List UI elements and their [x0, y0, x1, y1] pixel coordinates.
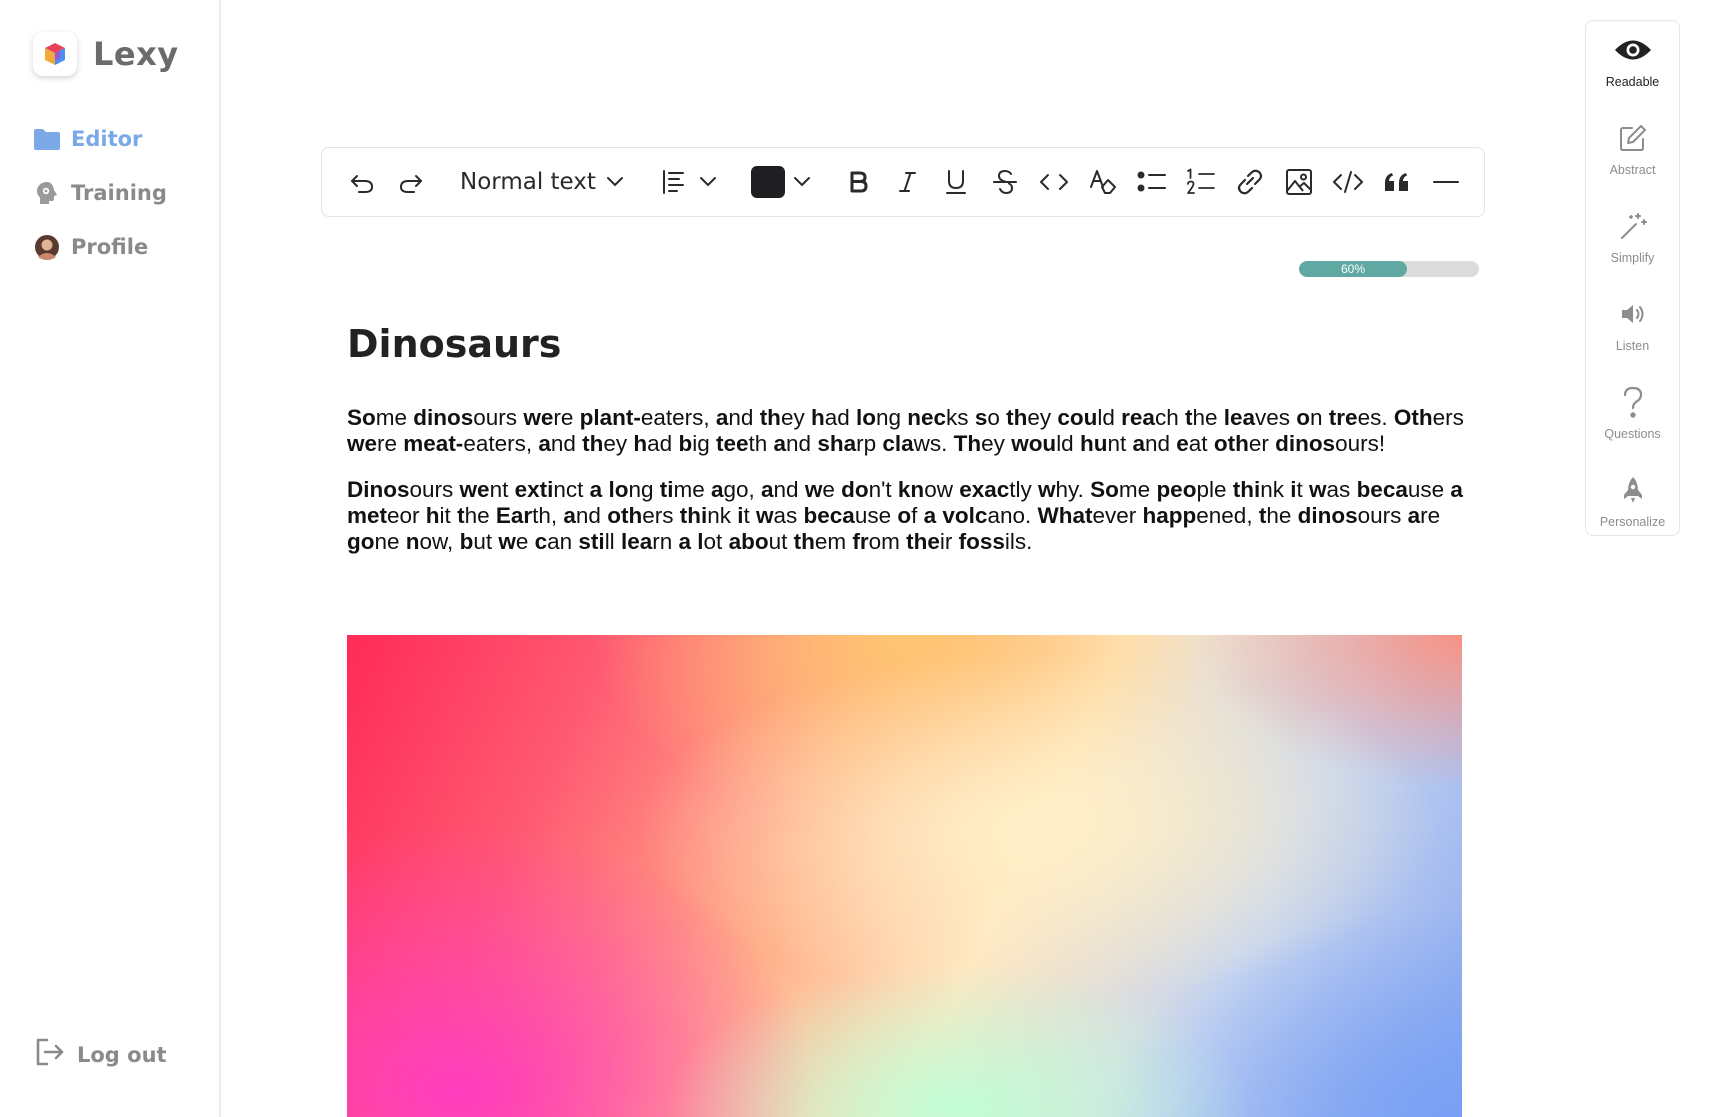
- brand[interactable]: Lexy: [33, 32, 179, 76]
- edit-icon: [1618, 121, 1648, 155]
- align-dropdown[interactable]: [698, 162, 718, 202]
- tool-abstract[interactable]: Abstract: [1586, 121, 1679, 177]
- text-color-swatch: [750, 166, 785, 198]
- app-name: Lexy: [93, 35, 179, 73]
- align-icon: [662, 170, 684, 194]
- speaker-icon: [1619, 297, 1647, 331]
- tool-label: Abstract: [1609, 163, 1656, 177]
- progress-fill: 60%: [1299, 261, 1407, 277]
- undo-button[interactable]: [342, 162, 382, 202]
- sidebar-item-label: Editor: [71, 127, 143, 151]
- numbered-list-button[interactable]: [1181, 162, 1221, 202]
- tool-simplify[interactable]: Simplify: [1586, 209, 1679, 265]
- underline-button[interactable]: [936, 162, 976, 202]
- tool-label: Questions: [1604, 427, 1661, 441]
- text-style-label: Normal text: [460, 169, 596, 195]
- strikethrough-button[interactable]: [985, 162, 1025, 202]
- paragraph: Some dinosours were plant-eaters, and th…: [347, 405, 1464, 457]
- bullet-list-button[interactable]: [1132, 162, 1172, 202]
- avatar: [33, 233, 61, 261]
- reading-progress-bar: 60%: [1299, 261, 1479, 277]
- chevron-down-icon: [606, 177, 623, 187]
- tool-readable[interactable]: Readable: [1586, 33, 1679, 89]
- magic-wand-icon: [1618, 209, 1648, 243]
- sidebar-nav: Editor Training Profile: [33, 124, 167, 286]
- text-color-dropdown[interactable]: [792, 162, 812, 202]
- align-button[interactable]: [654, 162, 694, 202]
- numbered-list-icon: [1187, 168, 1215, 194]
- logout-button[interactable]: Log out: [33, 1036, 167, 1073]
- reading-tools-panel: Readable Abstract Simplify Listen Questi…: [1585, 20, 1680, 536]
- inline-code-icon: [1039, 174, 1068, 190]
- chevron-down-icon: [793, 177, 810, 187]
- image-button[interactable]: [1279, 162, 1319, 202]
- image-icon: [1285, 169, 1312, 195]
- horizontal-rule-icon: [1432, 181, 1459, 183]
- document-title[interactable]: Dinosaurs: [347, 322, 561, 366]
- code-block-icon: [1332, 171, 1363, 193]
- app-logo-icon: [33, 32, 77, 76]
- sidebar-item-label: Training: [71, 181, 167, 205]
- bullet-list-icon: [1137, 171, 1166, 192]
- sidebar-item-training[interactable]: Training: [33, 178, 167, 208]
- eye-icon: [1613, 33, 1653, 67]
- italic-icon: [898, 172, 916, 192]
- tool-personalize[interactable]: Personalize: [1586, 473, 1679, 529]
- chevron-down-icon: [699, 177, 716, 187]
- inline-code-button[interactable]: [1034, 162, 1074, 202]
- editor-toolbar: Normal text: [321, 147, 1485, 217]
- horizontal-rule-button[interactable]: [1426, 162, 1466, 202]
- document-body[interactable]: Some dinosours were plant-eaters, and th…: [347, 405, 1467, 574]
- underline-icon: [945, 170, 966, 194]
- sidebar-item-label: Profile: [71, 235, 149, 259]
- paragraph: Dinosours went extinct a long time ago, …: [347, 476, 1463, 555]
- document-image[interactable]: [347, 635, 1462, 1117]
- link-button[interactable]: [1230, 162, 1270, 202]
- code-block-button[interactable]: [1328, 162, 1368, 202]
- clear-format-icon: [1089, 170, 1116, 194]
- sidebar-item-editor[interactable]: Editor: [33, 124, 167, 154]
- tool-questions[interactable]: Questions: [1586, 385, 1679, 441]
- progress-label: 60%: [1340, 262, 1366, 276]
- link-icon: [1237, 169, 1263, 195]
- rocket-icon: [1621, 473, 1645, 507]
- sidebar: Lexy Editor Training Profile Log out: [0, 0, 221, 1117]
- sidebar-item-profile[interactable]: Profile: [33, 232, 167, 262]
- tool-listen[interactable]: Listen: [1586, 297, 1679, 353]
- redo-button[interactable]: [391, 162, 431, 202]
- clear-format-button[interactable]: [1083, 162, 1123, 202]
- logout-icon: [33, 1036, 65, 1073]
- redo-icon: [400, 175, 422, 193]
- italic-button[interactable]: [887, 162, 927, 202]
- quote-icon: [1384, 173, 1408, 191]
- question-icon: [1621, 385, 1645, 419]
- tool-label: Personalize: [1599, 515, 1666, 529]
- strikethrough-icon: [992, 169, 1017, 195]
- bold-icon: [850, 171, 868, 193]
- bold-button[interactable]: [838, 162, 878, 202]
- undo-icon: [351, 175, 373, 193]
- brain-icon: [33, 179, 61, 207]
- text-color-button[interactable]: [748, 162, 788, 202]
- folder-icon: [33, 125, 61, 153]
- logout-label: Log out: [77, 1042, 167, 1067]
- tool-label: Readable: [1605, 75, 1660, 89]
- text-style-select[interactable]: Normal text: [460, 169, 624, 195]
- quote-button[interactable]: [1377, 162, 1417, 202]
- tool-label: Simplify: [1610, 251, 1655, 265]
- tool-label: Listen: [1615, 339, 1650, 353]
